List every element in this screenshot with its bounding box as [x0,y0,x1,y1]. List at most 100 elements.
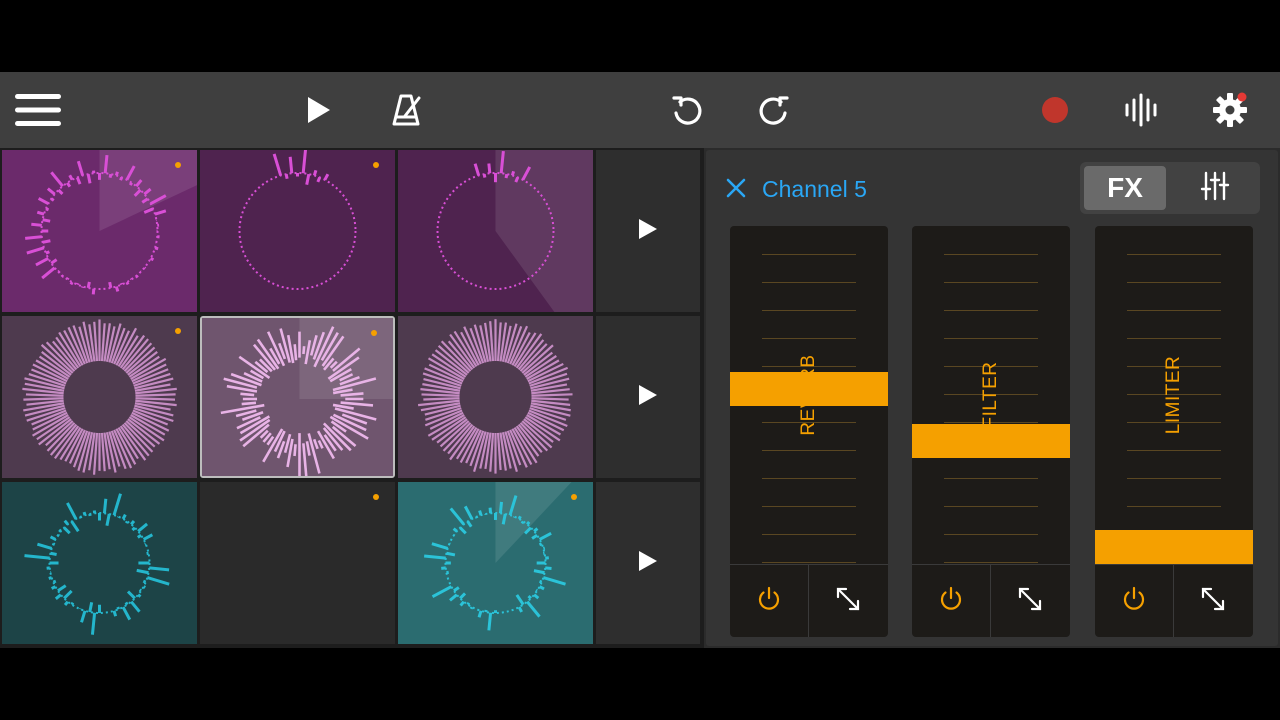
clip-pad-r1-c2[interactable] [200,150,395,312]
fader-gridline [762,478,856,479]
fx-label: LIMITER [1163,355,1184,435]
power-icon [1121,586,1147,617]
scene-play-1-button[interactable] [596,150,700,312]
fader-gridline [762,506,856,507]
clip-waveform-visual [2,482,197,644]
clip-pad-r1-c1[interactable] [2,150,197,312]
fx-fader-limiter[interactable]: LIMITER [1095,226,1253,564]
expand-icon [1199,585,1227,618]
expand-icon [834,585,862,618]
clip-waveform-visual [398,316,593,478]
play-icon [637,383,659,412]
fader-handle[interactable] [1095,530,1253,564]
clip-indicator-dot [371,330,377,336]
metronome-icon [389,93,423,127]
clip-indicator-dot [373,162,379,168]
fader-gridline [944,338,1038,339]
fader-gridline [944,282,1038,283]
fader-gridline [1127,506,1221,507]
top-toolbar [0,72,1280,148]
scene-play-3-button[interactable] [596,482,700,644]
fx-strip-limiter: LIMITER [1095,226,1253,637]
clip-pad-r3-c1[interactable] [2,482,197,644]
play-button[interactable] [289,80,349,140]
fader-gridline [944,254,1038,255]
clip-grid [0,148,704,648]
metronome-button[interactable] [376,80,436,140]
clip-pad-r2-c1[interactable] [2,316,197,478]
fx-power-button[interactable] [1095,565,1174,637]
clip-pad-r3-c3[interactable] [398,482,593,644]
settings-icon [1212,92,1248,128]
fader-gridline [762,450,856,451]
fx-strip-controls [730,564,888,637]
app-window: Channel 5 FX REVERB FILTER LIMITER [0,72,1280,648]
waveform-button[interactable] [1112,80,1172,140]
clip-waveform-visual [200,482,395,644]
clip-waveform-visual [398,482,593,644]
fader-gridline [944,506,1038,507]
fader-handle[interactable] [730,371,888,406]
fader-gridline [762,562,856,563]
fader-gridline [944,562,1038,563]
expand-icon [1016,585,1044,618]
fx-expand-button[interactable] [991,565,1069,637]
fx-strip-filter: FILTER [912,226,1070,637]
undo-button[interactable] [657,80,717,140]
clip-pad-r3-c2[interactable] [200,482,395,644]
fader-gridline [944,310,1038,311]
fx-fader-filter[interactable]: FILTER [912,226,1070,564]
record-button[interactable] [1025,80,1085,140]
fader-gridline [944,478,1038,479]
undo-icon [671,94,703,126]
fader-gridline [1127,338,1221,339]
tab-mixer[interactable] [1174,166,1256,210]
clip-pad-r2-c2[interactable] [200,316,395,478]
fx-label: FILTER [980,361,1001,429]
scene-play-2-button[interactable] [596,316,700,478]
fader-handle[interactable] [912,423,1070,458]
play-icon [305,95,333,125]
fx-power-button[interactable] [730,565,809,637]
fx-power-button[interactable] [912,565,991,637]
fader-gridline [944,534,1038,535]
clip-indicator-dot [175,328,181,334]
clip-pad-r2-c3[interactable] [398,316,593,478]
tab-fx[interactable]: FX [1084,166,1166,210]
clip-pad-r1-c3[interactable] [398,150,593,312]
fader-gridline [762,310,856,311]
fx-expand-button[interactable] [809,565,887,637]
menu-button[interactable] [8,80,68,140]
fader-gridline [1127,282,1221,283]
close-icon [722,178,750,206]
clip-waveform-visual [200,150,395,312]
close-panel-button[interactable] [722,174,750,202]
menu-icon [14,92,62,128]
redo-button[interactable] [744,80,804,140]
fader-gridline [1127,310,1221,311]
sliders-icon [1200,171,1230,206]
clip-waveform-visual [2,316,197,478]
fader-gridline [1127,450,1221,451]
fx-strip-controls [912,564,1070,637]
play-icon [637,217,659,246]
panel-mode-switch: FX [1080,162,1260,214]
fader-gridline [1127,254,1221,255]
power-icon [756,586,782,617]
fx-expand-button[interactable] [1174,565,1252,637]
fader-gridline [762,282,856,283]
fader-gridline [762,534,856,535]
fader-gridline [762,254,856,255]
fader-gridline [762,338,856,339]
clip-indicator-dot [175,162,181,168]
waveform-icon [1124,93,1160,127]
settings-button[interactable] [1200,80,1260,140]
fx-fader-reverb[interactable]: REVERB [730,226,888,564]
clip-indicator-dot [571,494,577,500]
fader-gridline [1127,478,1221,479]
fx-strip-controls [1095,564,1253,637]
fx-panel: Channel 5 FX REVERB FILTER LIMITER [706,150,1278,646]
clip-waveform-visual [398,150,593,312]
power-icon [938,586,964,617]
clip-indicator-dot [373,494,379,500]
